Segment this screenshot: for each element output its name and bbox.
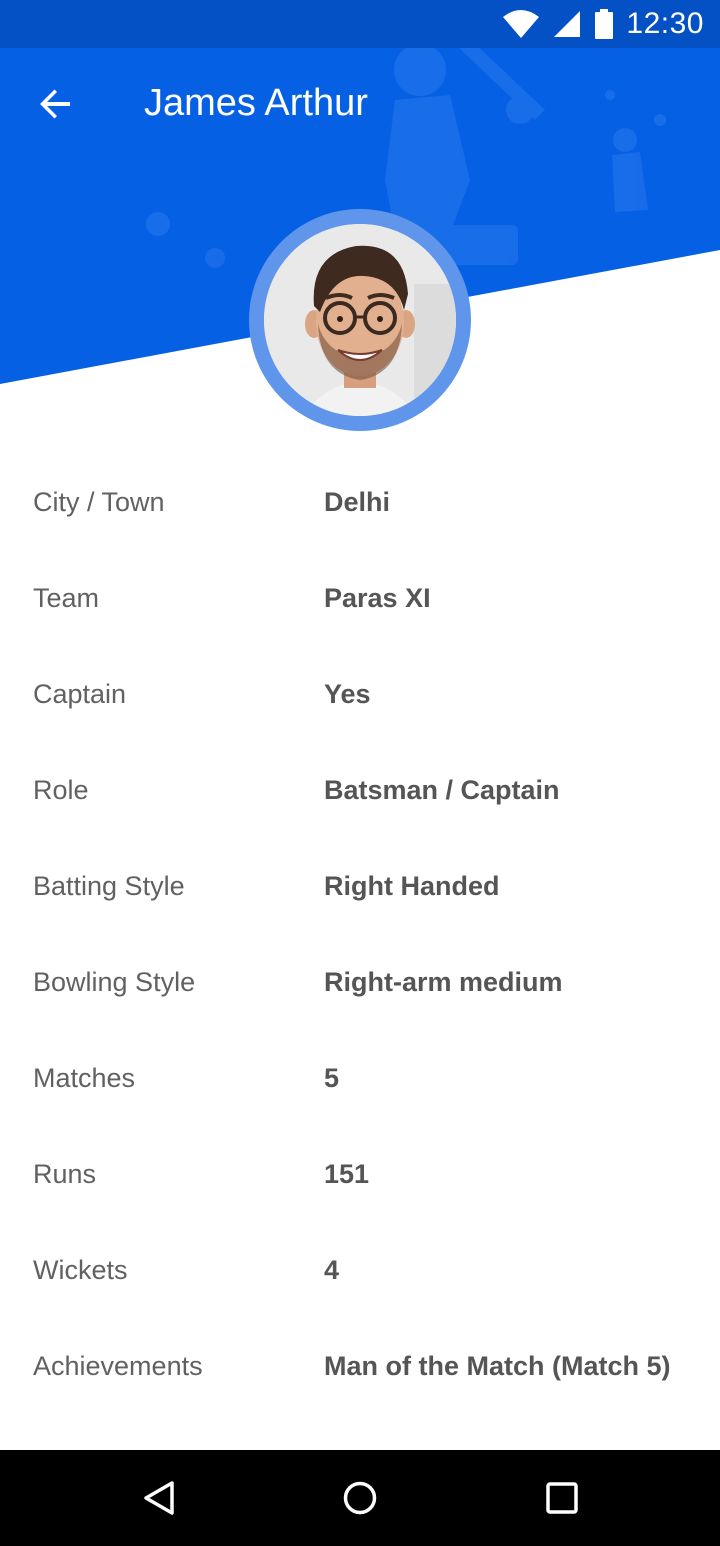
arrow-back-icon (40, 89, 70, 119)
player-details-list: City / Town Delhi Team Paras XI Captain … (0, 454, 720, 1414)
detail-label: Wickets (33, 1254, 128, 1285)
detail-label: Role (33, 774, 89, 805)
detail-label: Bowling Style (33, 966, 196, 997)
detail-row-captain: Captain Yes (0, 646, 720, 742)
detail-row-team: Team Paras XI (0, 550, 720, 646)
detail-value: Right Handed (324, 870, 500, 901)
detail-label: Batting Style (33, 870, 185, 901)
detail-label: Achievements (33, 1350, 203, 1381)
detail-row-city: City / Town Delhi (0, 454, 720, 550)
battery-icon (595, 9, 614, 39)
detail-row-bowling-style: Bowling Style Right-arm medium (0, 934, 720, 1030)
detail-row-role: Role Batsman / Captain (0, 742, 720, 838)
detail-value: 5 (324, 1062, 340, 1093)
player-avatar (264, 224, 456, 416)
detail-row-achievements: Achievements Man of the Match (Match 5) (0, 1318, 720, 1414)
status-bar: 12:30 (0, 0, 720, 48)
detail-row-runs: Runs 151 (0, 1126, 720, 1222)
detail-value: Man of the Match (Match 5) (324, 1350, 671, 1381)
detail-row-batting-style: Batting Style Right Handed (0, 838, 720, 934)
back-button[interactable] (24, 76, 88, 132)
back-triangle-icon (144, 1481, 174, 1515)
detail-value: Paras XI (324, 582, 431, 613)
detail-value: Right-arm medium (324, 966, 563, 997)
nav-home-button[interactable] (330, 1468, 390, 1528)
detail-value: Yes (324, 678, 371, 709)
nav-back-button[interactable] (130, 1468, 190, 1528)
home-circle-icon (343, 1481, 377, 1515)
detail-label: Team (33, 582, 100, 613)
detail-value: Batsman / Captain (324, 774, 560, 805)
system-nav-bar (0, 1450, 720, 1546)
detail-row-wickets: Wickets 4 (0, 1222, 720, 1318)
detail-label: Captain (33, 678, 127, 709)
signal-icon (554, 11, 581, 37)
detail-value: Delhi (324, 486, 391, 517)
app-bar: James Arthur (0, 48, 720, 160)
detail-label: Runs (33, 1158, 97, 1189)
status-time: 12:30 (626, 7, 704, 40)
nav-recents-button[interactable] (532, 1468, 592, 1528)
recents-square-icon (546, 1482, 578, 1514)
page-title: James Arthur (144, 82, 368, 124)
detail-value: 151 (324, 1158, 370, 1189)
player-photo (264, 224, 456, 416)
wifi-icon (503, 10, 540, 38)
detail-value: 4 (324, 1254, 340, 1285)
detail-label: Matches (33, 1062, 136, 1093)
detail-row-matches: Matches 5 (0, 1030, 720, 1126)
detail-label: City / Town (33, 486, 165, 517)
